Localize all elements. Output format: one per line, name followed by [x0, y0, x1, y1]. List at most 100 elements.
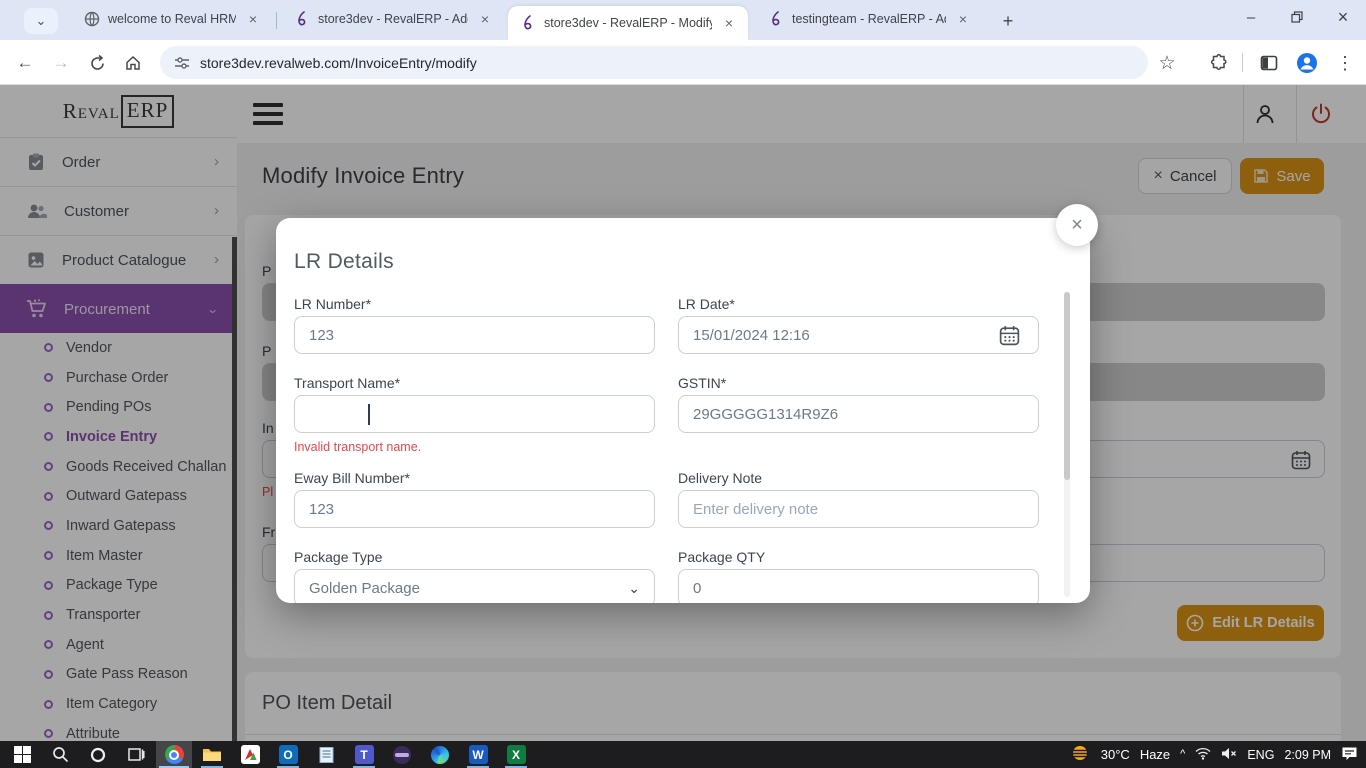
reload-button[interactable]: [82, 48, 112, 78]
window-restore-button[interactable]: [1274, 0, 1320, 34]
task-view-button[interactable]: [118, 741, 154, 768]
task-view-icon: [128, 746, 145, 763]
back-button[interactable]: ←: [10, 48, 40, 78]
browser-tab-3-active[interactable]: store3dev - RevalERP - Modify I ×: [508, 6, 748, 40]
text-cursor: [368, 404, 370, 425]
tab-close-button[interactable]: ×: [244, 10, 262, 28]
lr-date-input[interactable]: [678, 316, 1039, 354]
chevron-down-icon: ⌄: [628, 580, 640, 597]
screen: ⌄ welcome to Reval HRMS × store3dev - Re…: [0, 0, 1366, 768]
tab-title: welcome to Reval HRMS: [108, 12, 236, 26]
profile-avatar[interactable]: [1292, 48, 1322, 78]
action-center-icon[interactable]: [1341, 746, 1358, 764]
taskbar-teams-icon[interactable]: T: [346, 741, 382, 768]
revalerp-icon: [520, 15, 536, 31]
windows-icon: [14, 746, 31, 763]
modal-scrollbar-thumb[interactable]: [1064, 292, 1070, 480]
browser-tab-2[interactable]: store3dev - RevalERP - Add Inv ×: [282, 0, 504, 38]
taskbar-file-explorer-icon[interactable]: [194, 741, 230, 768]
taskbar-edge-icon[interactable]: [422, 741, 458, 768]
tab-search-button[interactable]: ⌄: [24, 8, 58, 34]
folder-icon: [202, 746, 222, 763]
bookmark-star-button[interactable]: ☆: [1152, 48, 1182, 78]
cortana-icon: [90, 747, 106, 763]
transport-name-label: Transport Name*: [294, 375, 400, 391]
home-button[interactable]: [118, 48, 148, 78]
lr-number-label: LR Number*: [294, 296, 371, 312]
tab-title: store3dev - RevalERP - Modify I: [544, 16, 712, 30]
tab-close-button[interactable]: ×: [720, 14, 738, 32]
taskbar-search-button[interactable]: [42, 741, 78, 768]
tray-clock[interactable]: 2:09 PM: [1284, 748, 1331, 762]
window-minimize-button[interactable]: –: [1228, 0, 1274, 34]
tray-language[interactable]: ENG: [1247, 748, 1274, 762]
tray-condition[interactable]: Haze: [1140, 747, 1170, 762]
volume-muted-icon[interactable]: [1221, 747, 1237, 763]
browser-tabstrip: ⌄ welcome to Reval HRMS × store3dev - Re…: [0, 0, 1366, 40]
tray-chevron-up-icon[interactable]: ^: [1180, 748, 1185, 760]
site-settings-icon: [174, 55, 190, 71]
browser-toolbar: ← → store3dev.revalweb.com/InvoiceEntry/…: [0, 40, 1366, 85]
taskbar-word-icon[interactable]: W: [460, 741, 496, 768]
tab-close-button[interactable]: ×: [954, 10, 972, 28]
package-qty-input[interactable]: [678, 569, 1039, 603]
modal-title: LR Details: [294, 250, 394, 274]
modal-close-button[interactable]: ×: [1056, 204, 1098, 246]
taskbar-outlook-icon[interactable]: O: [270, 741, 306, 768]
avatar-icon: [1296, 52, 1318, 74]
weather-icon[interactable]: [1069, 744, 1091, 765]
close-icon: ×: [1071, 214, 1083, 237]
chevron-down-icon: ⌄: [36, 13, 47, 29]
puzzle-icon: [1210, 54, 1228, 72]
restore-icon: [1291, 11, 1303, 23]
tab-title: store3dev - RevalERP - Add Inv: [318, 12, 468, 26]
globe-icon: [84, 11, 100, 27]
start-button[interactable]: [4, 741, 40, 768]
delivery-note-label: Delivery Note: [678, 470, 762, 486]
lr-date-label: LR Date*: [678, 296, 735, 312]
transport-name-input[interactable]: [294, 395, 655, 433]
revalerp-icon: [768, 11, 784, 27]
home-icon: [124, 54, 142, 72]
package-qty-label: Package QTY: [678, 549, 765, 565]
browser-tab-1[interactable]: welcome to Reval HRMS ×: [72, 0, 272, 38]
delivery-note-input[interactable]: [678, 490, 1039, 528]
extensions-button[interactable]: [1204, 48, 1234, 78]
cortana-button[interactable]: [80, 741, 116, 768]
lr-details-modal: LR Details LR Number* LR Date* Transport…: [276, 218, 1090, 603]
window-close-button[interactable]: ×: [1320, 0, 1366, 34]
calendar-icon[interactable]: [998, 324, 1021, 347]
package-type-select[interactable]: Golden Package ⌄: [294, 569, 655, 603]
tray-temperature[interactable]: 30°C: [1101, 747, 1130, 762]
browser-tab-4[interactable]: testingteam - RevalERP - Add V ×: [756, 0, 982, 38]
package-type-label: Package Type: [294, 549, 382, 565]
new-tab-button[interactable]: +: [994, 8, 1022, 34]
side-panel-button[interactable]: [1254, 48, 1284, 78]
eway-bill-label: Eway Bill Number*: [294, 470, 410, 486]
transport-error-text: Invalid transport name.: [294, 440, 421, 454]
system-tray: 30°C Haze ^ ENG 2:09 PM: [1069, 741, 1366, 768]
tab-separator: [276, 12, 277, 29]
toolbar-separator: [1242, 53, 1243, 72]
notepad-icon: [319, 746, 334, 764]
package-type-value: Golden Package: [309, 580, 420, 597]
wifi-icon[interactable]: [1195, 747, 1211, 763]
taskbar-media-player-icon[interactable]: [232, 741, 268, 768]
eway-bill-input[interactable]: [294, 490, 655, 528]
search-icon: [52, 746, 69, 763]
side-panel-icon: [1260, 54, 1278, 72]
url-text[interactable]: store3dev.revalweb.com/InvoiceEntry/modi…: [200, 55, 477, 71]
browser-menu-button[interactable]: ⋮: [1330, 48, 1360, 78]
lr-number-input[interactable]: [294, 316, 655, 354]
reload-icon: [89, 55, 106, 72]
tab-close-button[interactable]: ×: [476, 10, 494, 28]
taskbar-notepad-icon[interactable]: [308, 741, 344, 768]
taskbar: O T W X 30°C Haze ^: [0, 741, 1366, 768]
taskbar-chrome-icon[interactable]: [156, 741, 192, 768]
taskbar-excel-icon[interactable]: X: [498, 741, 534, 768]
gstin-input[interactable]: [678, 395, 1039, 433]
forward-button[interactable]: →: [46, 48, 76, 78]
address-bar[interactable]: store3dev.revalweb.com/InvoiceEntry/modi…: [160, 46, 1148, 79]
taskbar-eclipse-icon[interactable]: [384, 741, 420, 768]
gstin-label: GSTIN*: [678, 375, 726, 391]
